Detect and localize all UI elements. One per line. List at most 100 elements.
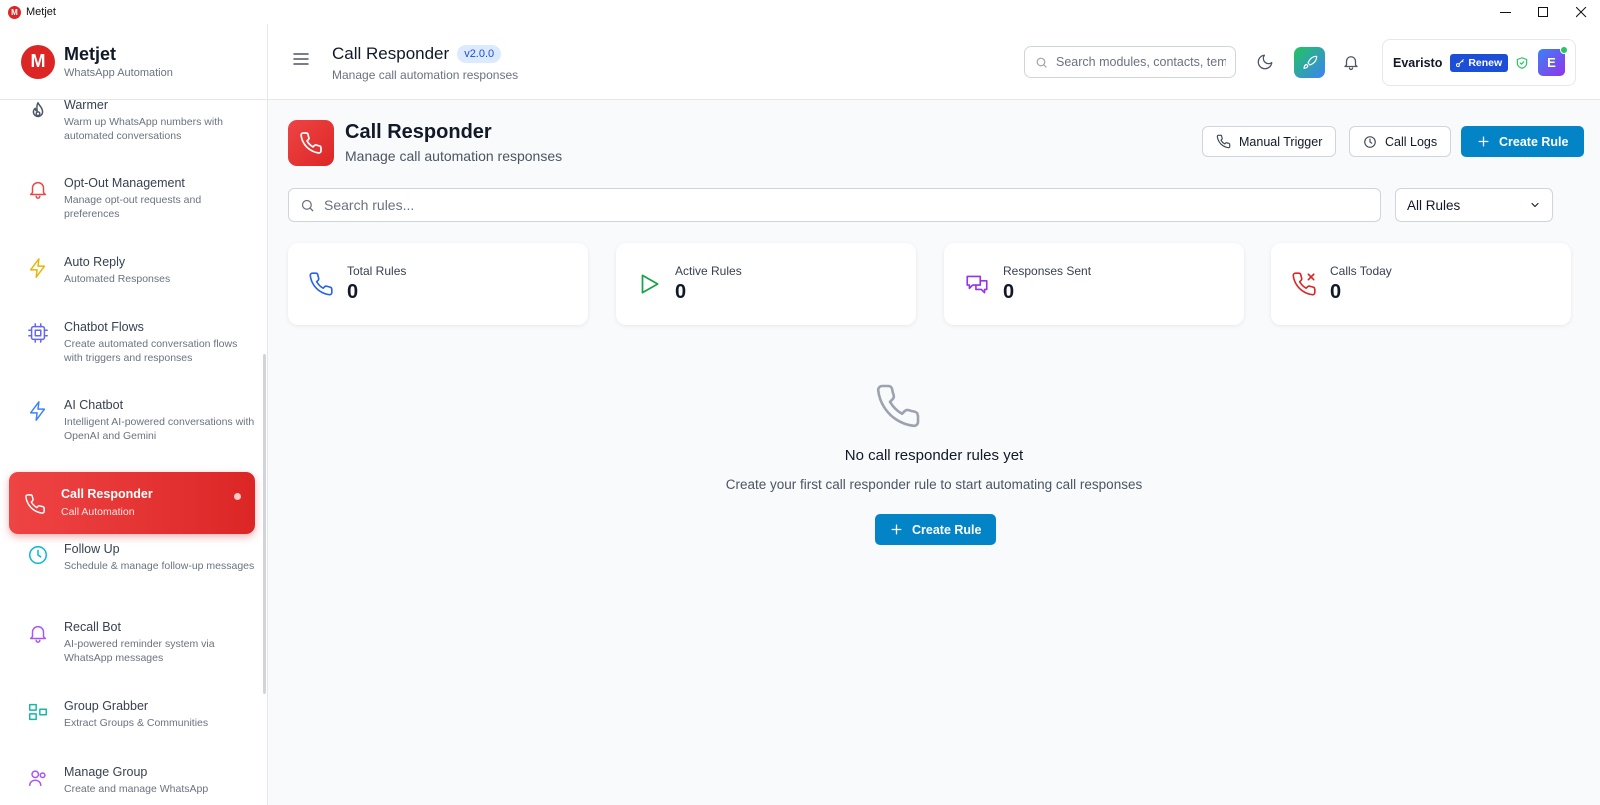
create-rule-label: Create Rule — [1499, 134, 1569, 149]
plus-icon — [1478, 136, 1489, 147]
version-badge: v2.0.0 — [457, 45, 502, 63]
notification-bell-icon[interactable] — [1342, 53, 1360, 71]
search-icon — [1036, 57, 1047, 68]
minimize-icon[interactable] — [1486, 0, 1524, 24]
sidebar: M Metjet WhatsApp Automation Warmer Warm… — [0, 24, 268, 805]
phone-missed-icon — [1292, 272, 1316, 296]
shield-check-icon — [1516, 56, 1528, 69]
key-icon — [1456, 58, 1465, 67]
plus-icon — [891, 524, 902, 535]
sidebar-item-desc: Automated Responses — [64, 273, 171, 285]
call-logs-button[interactable]: Call Logs — [1349, 126, 1452, 157]
manual-trigger-button[interactable]: Manual Trigger — [1202, 126, 1337, 157]
create-rule-button[interactable]: Create Rule — [1461, 126, 1585, 157]
sidebar-item-label: Auto Reply — [64, 255, 126, 269]
global-search-input[interactable] — [1056, 55, 1226, 69]
stat-label: Responses Sent — [1003, 264, 1092, 278]
sidebar-item-manage-group[interactable]: Manage Group Create and manage WhatsApp — [9, 765, 255, 797]
stat-card-responses-sent: Responses Sent 0 — [944, 243, 1244, 325]
bell-icon — [29, 625, 47, 643]
sidebar-item-desc: Manage opt-out requests and preferences — [64, 194, 202, 220]
call-logs-label: Call Logs — [1385, 134, 1438, 149]
brand-subtitle: WhatsApp Automation — [64, 67, 173, 79]
filter-selected-value: All Rules — [1407, 197, 1461, 213]
clock-icon — [29, 546, 47, 564]
sidebar-item-recall-bot[interactable]: Recall Bot AI-powered reminder system vi… — [9, 620, 255, 665]
user-name: Evaristo — [1393, 55, 1443, 70]
page-subtitle: Manage call automation responses — [345, 148, 563, 164]
renew-button[interactable]: Renew — [1450, 53, 1509, 72]
user-menu[interactable]: Evaristo Renew E — [1382, 39, 1576, 86]
lightning-icon — [29, 258, 46, 278]
manual-trigger-label: Manual Trigger — [1239, 134, 1323, 149]
stat-value: 0 — [675, 281, 687, 303]
empty-state-create-rule-button[interactable]: Create Rule — [875, 514, 997, 545]
window-title: Metjet — [26, 6, 56, 18]
rules-search-input[interactable] — [324, 197, 1324, 213]
sidebar-item-chatbot-flows[interactable]: Chatbot Flows Create automated conversat… — [9, 320, 255, 365]
sidebar-item-desc: AI-powered reminder system via WhatsApp … — [64, 638, 215, 664]
sidebar-item-desc: Call Automation — [61, 505, 135, 518]
dark-mode-moon-icon[interactable] — [1256, 53, 1274, 71]
header: Call Responder v2.0.0 Manage call automa… — [268, 24, 1600, 100]
hamburger-menu-icon[interactable] — [293, 52, 309, 66]
flame-icon — [32, 102, 44, 118]
avatar[interactable]: E — [1538, 46, 1568, 76]
stat-card-calls-today: Calls Today 0 — [1271, 243, 1571, 325]
sidebar-item-opt-out[interactable]: Opt-Out Management Manage opt-out reques… — [9, 176, 255, 221]
sidebar-item-desc: Intelligent AI-powered conversations wit… — [64, 416, 255, 442]
header-subtitle: Manage call automation responses — [332, 68, 519, 82]
header-title-row: Call Responder v2.0.0 — [332, 44, 502, 64]
phone-icon — [25, 494, 45, 514]
phone-icon — [300, 132, 322, 154]
stat-value: 0 — [1003, 281, 1015, 303]
main-content: Call Responder Manage call automation re… — [268, 100, 1600, 805]
maximize-icon[interactable] — [1524, 0, 1562, 24]
sidebar-item-warmer[interactable]: Warmer Warm up WhatsApp numbers with aut… — [9, 98, 255, 143]
bell-icon — [29, 181, 47, 199]
phone-icon — [876, 384, 920, 428]
sidebar-item-desc: Create automated conversation flows with… — [64, 338, 238, 364]
header-title: Call Responder — [332, 44, 450, 63]
rules-filter-select[interactable]: All Rules — [1395, 188, 1553, 222]
sidebar-item-label: Call Responder — [61, 486, 153, 501]
sidebar-item-label: Follow Up — [64, 542, 120, 556]
phone-icon — [309, 272, 333, 296]
online-status-dot — [1560, 46, 1568, 54]
global-search[interactable] — [1024, 46, 1236, 78]
sidebar-item-label: Chatbot Flows — [64, 320, 144, 334]
sidebar-item-label: Warmer — [64, 98, 108, 112]
sidebar-item-follow-up[interactable]: Follow Up Schedule & manage follow-up me… — [9, 542, 255, 574]
empty-state-create-rule-label: Create Rule — [912, 522, 982, 537]
stat-card-active-rules: Active Rules 0 — [616, 243, 916, 325]
active-indicator-dot — [234, 493, 241, 500]
play-icon — [641, 274, 659, 294]
sidebar-item-group-grabber[interactable]: Group Grabber Extract Groups & Communiti… — [9, 699, 255, 731]
sidebar-item-label: Recall Bot — [64, 620, 121, 634]
stat-value: 0 — [1330, 281, 1342, 303]
stat-label: Calls Today — [1330, 264, 1392, 278]
sidebar-item-call-responder[interactable]: Call Responder Call Automation — [9, 472, 255, 534]
chevron-down-icon — [1531, 202, 1539, 208]
sidebar-item-ai-chatbot[interactable]: AI Chatbot Intelligent AI-powered conver… — [9, 398, 255, 443]
users-icon — [29, 770, 46, 787]
sidebar-item-label: Manage Group — [64, 765, 148, 779]
rules-search[interactable] — [288, 188, 1381, 222]
empty-state-subtitle: Create your first call responder rule to… — [725, 477, 1143, 492]
rocket-button[interactable] — [1294, 47, 1325, 78]
close-icon[interactable] — [1562, 0, 1600, 24]
search-icon — [301, 199, 314, 212]
brand: M Metjet WhatsApp Automation — [0, 24, 267, 100]
sidebar-item-label: AI Chatbot — [64, 398, 124, 412]
sidebar-item-desc: Create and manage WhatsApp — [64, 783, 209, 795]
app-icon: M — [8, 5, 21, 19]
page-icon — [288, 120, 334, 166]
stat-label: Total Rules — [347, 264, 407, 278]
sidebar-scrollbar[interactable] — [263, 354, 266, 694]
chat-bubbles-icon — [966, 275, 988, 294]
rocket-icon — [1302, 55, 1317, 69]
sidebar-item-auto-reply[interactable]: Auto Reply Automated Responses — [9, 255, 255, 287]
phone-icon — [1216, 134, 1231, 149]
sidebar-item-desc: Schedule & manage follow-up messages — [64, 560, 255, 572]
page-title: Call Responder — [345, 121, 492, 143]
